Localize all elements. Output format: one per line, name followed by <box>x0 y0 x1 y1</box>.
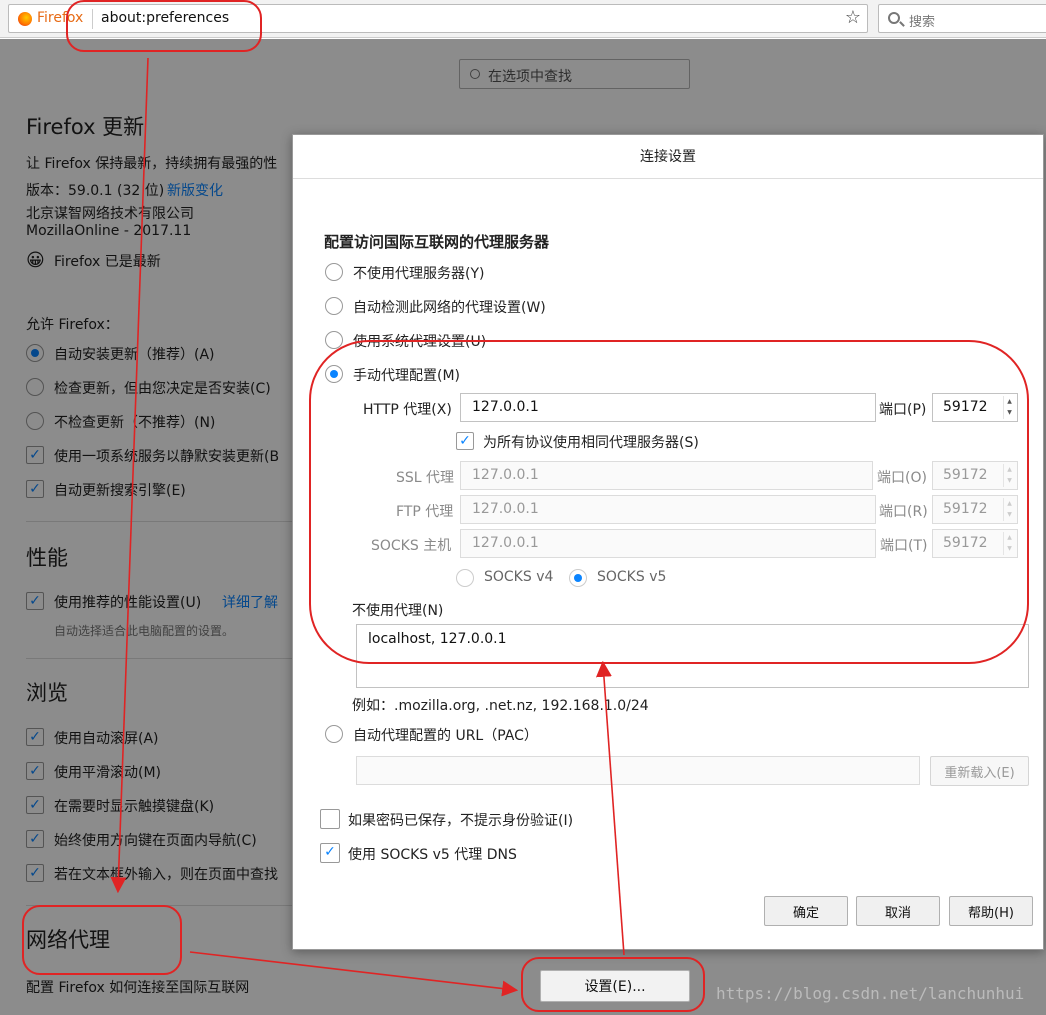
browser-toolbar: Firefox about:preferences ☆ 搜索 <box>0 0 1046 38</box>
reload-pac-button[interactable]: 重新载入(E) <box>930 756 1029 786</box>
radio-socks-v4[interactable] <box>456 569 474 587</box>
search-icon <box>888 12 900 24</box>
url-bar[interactable]: Firefox about:preferences ☆ <box>8 4 868 33</box>
socks-port-label: 端口(T) <box>880 538 928 554</box>
browser-search-box[interactable]: 搜索 <box>878 4 1046 33</box>
ssl-proxy-input[interactable]: 127.0.0.1 <box>460 461 873 490</box>
http-port-input[interactable]: 59172 ▲ ▼ <box>932 393 1018 422</box>
browser-search-placeholder: 搜索 <box>909 15 936 30</box>
bookmark-star-icon[interactable]: ☆ <box>845 7 861 28</box>
radio-auto-detect-label[interactable]: 自动检测此网络的代理设置(W) <box>353 297 546 317</box>
http-port-label: 端口(P) <box>879 402 927 418</box>
network-settings-button[interactable]: 设置(E)... <box>540 970 690 1002</box>
proxy-heading: 配置访问国际互联网的代理服务器 <box>324 233 550 251</box>
watermark: https://blog.csdn.net/lanchunhui <box>716 984 1025 1003</box>
radio-manual-proxy[interactable] <box>325 365 343 383</box>
spinner-arrows-icon[interactable]: ▲ ▼ <box>1003 464 1015 487</box>
pac-url-input[interactable] <box>356 756 920 785</box>
no-proxy-for-textarea[interactable]: localhost, 127.0.0.1 <box>356 624 1029 688</box>
help-button[interactable]: 帮助(H) <box>949 896 1033 926</box>
ssl-port-label: 端口(O) <box>877 470 927 486</box>
radio-system-proxy[interactable] <box>325 331 343 349</box>
socks-port-value: 59172 <box>943 535 988 551</box>
http-port-value: 59172 <box>943 399 988 415</box>
no-proxy-for-label: 不使用代理(N) <box>352 603 444 619</box>
http-proxy-label: HTTP 代理(X) <box>363 402 452 418</box>
socks-host-input[interactable]: 127.0.0.1 <box>460 529 876 558</box>
radio-no-proxy[interactable] <box>325 263 343 281</box>
radio-no-proxy-label[interactable]: 不使用代理服务器(Y) <box>353 263 484 283</box>
spinner-arrows-icon[interactable]: ▲ ▼ <box>1003 396 1015 419</box>
cancel-button[interactable]: 取消 <box>856 896 940 926</box>
radio-socks-v5[interactable] <box>569 569 587 587</box>
radio-pac-url-label[interactable]: 自动代理配置的 URL（PAC） <box>353 725 538 745</box>
radio-socks-v4-label[interactable]: SOCKS v4 <box>484 569 553 585</box>
url-separator <box>92 9 93 29</box>
ftp-port-value: 59172 <box>943 501 988 517</box>
ftp-proxy-input[interactable]: 127.0.0.1 <box>460 495 876 524</box>
checkbox-no-auth-prompt[interactable]: ✓ <box>320 809 340 829</box>
ok-button[interactable]: 确定 <box>764 896 848 926</box>
radio-manual-proxy-label[interactable]: 手动代理配置(M) <box>353 365 460 385</box>
firefox-logo-icon <box>18 12 32 26</box>
checkbox-same-proxy[interactable]: ✓ <box>456 432 474 450</box>
ssl-port-input[interactable]: 59172 ▲ ▼ <box>932 461 1018 490</box>
connection-settings-dialog: 连接设置 配置访问国际互联网的代理服务器 不使用代理服务器(Y) 自动检测此网络… <box>292 134 1044 950</box>
url-text[interactable]: about:preferences <box>101 10 229 26</box>
spinner-arrows-icon[interactable]: ▲ ▼ <box>1003 498 1015 521</box>
socks-port-input[interactable]: 59172 ▲ ▼ <box>932 529 1018 558</box>
ssl-proxy-label: SSL 代理 <box>396 470 455 486</box>
radio-system-proxy-label[interactable]: 使用系统代理设置(U) <box>353 331 486 351</box>
checkbox-no-auth-prompt-label[interactable]: 如果密码已保存，不提示身份验证(I) <box>348 810 573 830</box>
radio-socks-v5-label[interactable]: SOCKS v5 <box>597 569 666 585</box>
dialog-title: 连接设置 <box>293 135 1043 179</box>
spinner-arrows-icon[interactable]: ▲ ▼ <box>1003 532 1015 555</box>
checkbox-socks-dns-label[interactable]: 使用 SOCKS v5 代理 DNS <box>348 844 517 864</box>
ftp-port-input[interactable]: 59172 ▲ ▼ <box>932 495 1018 524</box>
ssl-port-value: 59172 <box>943 467 988 483</box>
radio-pac-url[interactable] <box>325 725 343 743</box>
http-proxy-input[interactable]: 127.0.0.1 <box>460 393 876 422</box>
ftp-port-label: 端口(R) <box>879 504 928 520</box>
socks-host-label: SOCKS 主机 <box>371 538 452 554</box>
checkbox-same-proxy-label[interactable]: 为所有协议使用相同代理服务器(S) <box>483 432 699 452</box>
ftp-proxy-label: FTP 代理 <box>396 504 454 520</box>
checkbox-socks-dns[interactable]: ✓ <box>320 843 340 863</box>
identity-label[interactable]: Firefox <box>37 10 83 26</box>
no-proxy-example: 例如：.mozilla.org, .net.nz, 192.168.1.0/24 <box>352 698 649 714</box>
radio-auto-detect[interactable] <box>325 297 343 315</box>
